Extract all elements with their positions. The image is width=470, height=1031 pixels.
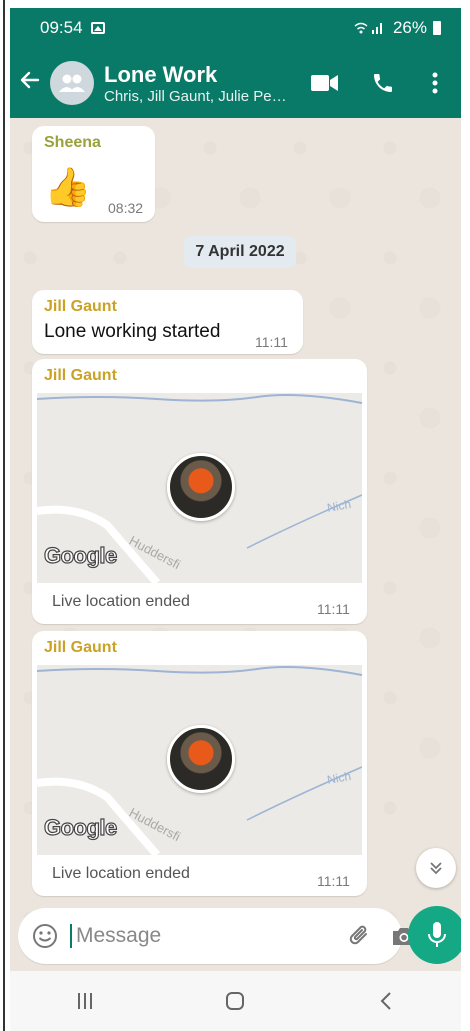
message-time: 11:11 bbox=[317, 601, 350, 617]
mic-icon bbox=[428, 922, 446, 947]
home-button[interactable] bbox=[205, 981, 265, 1021]
live-location-status: Live location ended bbox=[52, 593, 190, 610]
left-edge-line bbox=[3, 0, 5, 1031]
status-bar: 09:54 26% bbox=[10, 8, 461, 48]
chat-title-block[interactable]: Lone Work Chris, Jill Gaunt, Julie Pe… bbox=[104, 62, 289, 105]
message-sender: Jill Gaunt bbox=[44, 367, 117, 384]
chat-header: Lone Work Chris, Jill Gaunt, Julie Pe… bbox=[10, 48, 461, 118]
phone-icon bbox=[374, 74, 392, 92]
live-location-status: Live location ended bbox=[52, 865, 190, 882]
message-time: 08:32 bbox=[108, 200, 144, 216]
google-logo: Google bbox=[43, 814, 117, 840]
thumbs-up-emoji: 👍 bbox=[44, 167, 92, 209]
live-location-bubble[interactable]: Jill Gaunt Google Huddersfi Nich Live lo… bbox=[32, 359, 367, 624]
group-avatar[interactable] bbox=[50, 61, 94, 105]
user-location-avatar bbox=[167, 453, 235, 521]
scroll-to-bottom-button[interactable] bbox=[416, 848, 456, 888]
system-navigation-bar bbox=[10, 971, 461, 1031]
message-composer bbox=[18, 908, 415, 964]
chat-area[interactable]: Sheena 👍 08:32 7 April 2022 Jill Gaunt L… bbox=[10, 118, 461, 918]
message-time: 11:11 bbox=[317, 873, 350, 889]
back-arrow-icon bbox=[20, 71, 40, 88]
voice-message-button[interactable] bbox=[408, 906, 461, 964]
message-sender: Sheena bbox=[44, 134, 101, 151]
live-location-bubble[interactable]: Jill Gaunt Google Huddersfi Nich Live lo… bbox=[32, 631, 367, 896]
group-icon bbox=[59, 74, 85, 92]
location-map[interactable]: Google Huddersfi Nich bbox=[37, 393, 362, 583]
message-sender: Jill Gaunt bbox=[44, 639, 117, 656]
date-separator: 7 April 2022 bbox=[184, 236, 296, 268]
message-text: Lone working started bbox=[44, 321, 221, 342]
voice-call-button[interactable] bbox=[361, 61, 405, 105]
back-button[interactable] bbox=[10, 68, 50, 99]
chat-title: Lone Work bbox=[104, 61, 218, 87]
message-input[interactable] bbox=[70, 924, 347, 948]
nav-back-button[interactable] bbox=[356, 981, 416, 1021]
message-sender: Jill Gaunt bbox=[44, 298, 117, 315]
wifi-signal-icon bbox=[354, 22, 382, 34]
battery-percent: 26% bbox=[392, 18, 427, 37]
emoji-icon bbox=[33, 924, 57, 948]
phone-screen: 09:54 26% Lone Work Chris, Jill Gaunt, J… bbox=[10, 8, 461, 1031]
user-location-avatar bbox=[167, 725, 235, 793]
attach-button[interactable] bbox=[347, 919, 373, 953]
emoji-button[interactable] bbox=[32, 919, 58, 953]
nav-back-icon bbox=[380, 992, 391, 1010]
location-map[interactable]: Google Huddersfi Nich bbox=[37, 665, 362, 855]
video-call-button[interactable] bbox=[303, 61, 347, 105]
google-logo: Google bbox=[43, 542, 117, 568]
more-options-icon bbox=[432, 72, 438, 94]
message-time: 11:11 bbox=[255, 334, 288, 350]
home-icon bbox=[226, 992, 245, 1010]
gallery-notification-icon bbox=[90, 22, 105, 34]
video-call-icon bbox=[311, 75, 338, 91]
scroll-down-icon bbox=[430, 862, 442, 875]
recents-icon bbox=[78, 993, 93, 1009]
message-bubble[interactable]: Sheena 👍 08:32 bbox=[32, 126, 155, 222]
attach-icon bbox=[349, 925, 367, 945]
battery-icon bbox=[433, 21, 441, 35]
more-options-button[interactable] bbox=[413, 61, 457, 105]
status-time: 09:54 bbox=[40, 18, 83, 37]
chat-participants: Chris, Jill Gaunt, Julie Pe… bbox=[104, 87, 287, 105]
recents-button[interactable] bbox=[55, 981, 115, 1021]
message-bubble[interactable]: Jill Gaunt Lone working started 11:11 bbox=[32, 290, 303, 354]
